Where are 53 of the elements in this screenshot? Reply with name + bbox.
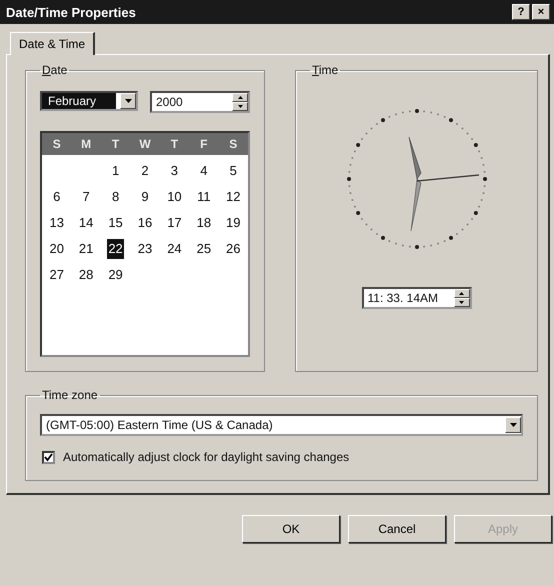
calendar-day[interactable]: 5 (228, 161, 238, 181)
weekday-label: W (138, 137, 152, 151)
weekday-label: T (110, 137, 120, 151)
close-button[interactable]: × (532, 4, 550, 20)
checkbox[interactable] (42, 450, 55, 464)
calendar-day[interactable]: 21 (78, 239, 94, 259)
calendar-day[interactable]: 3 (170, 161, 180, 181)
calendar-day[interactable]: 12 (225, 187, 242, 207)
calendar-day[interactable]: 17 (166, 213, 183, 233)
calendar-day[interactable]: 2 (140, 161, 150, 181)
weekday-label: M (80, 137, 92, 151)
weekday-label: S (52, 137, 62, 151)
calendar-day[interactable]: 4 (199, 161, 208, 181)
calendar-day[interactable]: 14 (78, 213, 94, 233)
calendar-day[interactable]: 1 (110, 161, 120, 181)
year-spinner[interactable]: 2000 (150, 91, 250, 113)
calendar-day[interactable]: 18 (196, 213, 212, 233)
spin-arrows-icon[interactable] (232, 93, 248, 111)
calendar-day[interactable]: 9 (140, 187, 150, 207)
time-spinner[interactable]: 11: 33. 14AM (362, 287, 472, 309)
calendar-day[interactable]: 13 (48, 213, 65, 233)
calendar-day[interactable]: 19 (225, 213, 242, 233)
calendar-day[interactable]: 11 (196, 187, 212, 207)
calendar-day[interactable]: 26 (225, 239, 242, 259)
group-label: Date (41, 63, 68, 77)
checkbox-label: Automatically adjust clock for daylight saving changes (63, 450, 350, 464)
calendar-day[interactable]: 28 (78, 265, 94, 285)
group-label: Time zone (41, 388, 99, 402)
month-dropdown[interactable]: February (40, 91, 138, 111)
calendar-day[interactable]: 22 (107, 239, 124, 259)
calendar-day[interactable]: 25 (196, 239, 212, 259)
ok-button[interactable]: OK (242, 515, 340, 543)
spin-arrows-icon[interactable] (454, 289, 470, 307)
calendar-day[interactable]: 23 (136, 239, 154, 259)
cancel-button[interactable]: Cancel (348, 515, 446, 543)
weekday-label: T (170, 137, 180, 151)
calendar-day[interactable]: 20 (48, 239, 65, 259)
weekday-label: S (228, 137, 238, 151)
calendar-day[interactable]: 16 (136, 213, 154, 233)
time-zone-dropdown[interactable]: (GMT-05:00) Eastern Time (US & Canada) (40, 414, 523, 436)
calendar-day[interactable]: 8 (110, 187, 120, 207)
calendar-day[interactable]: 29 (107, 265, 124, 285)
calendar-day[interactable]: 27 (48, 265, 65, 285)
tab[interactable]: Date & Time (10, 32, 96, 55)
help-button[interactable]: ? (512, 4, 530, 20)
calendar-day[interactable]: 7 (82, 187, 91, 207)
calendar-day[interactable]: 10 (166, 187, 183, 207)
group-label: Time (311, 63, 340, 77)
calendar-day[interactable]: 6 (52, 187, 62, 207)
calendar-day[interactable]: 15 (107, 213, 124, 233)
weekday-label: F (199, 137, 209, 151)
calendar-day[interactable]: 24 (166, 239, 183, 259)
window-title: Date/Time Properties (6, 4, 136, 20)
